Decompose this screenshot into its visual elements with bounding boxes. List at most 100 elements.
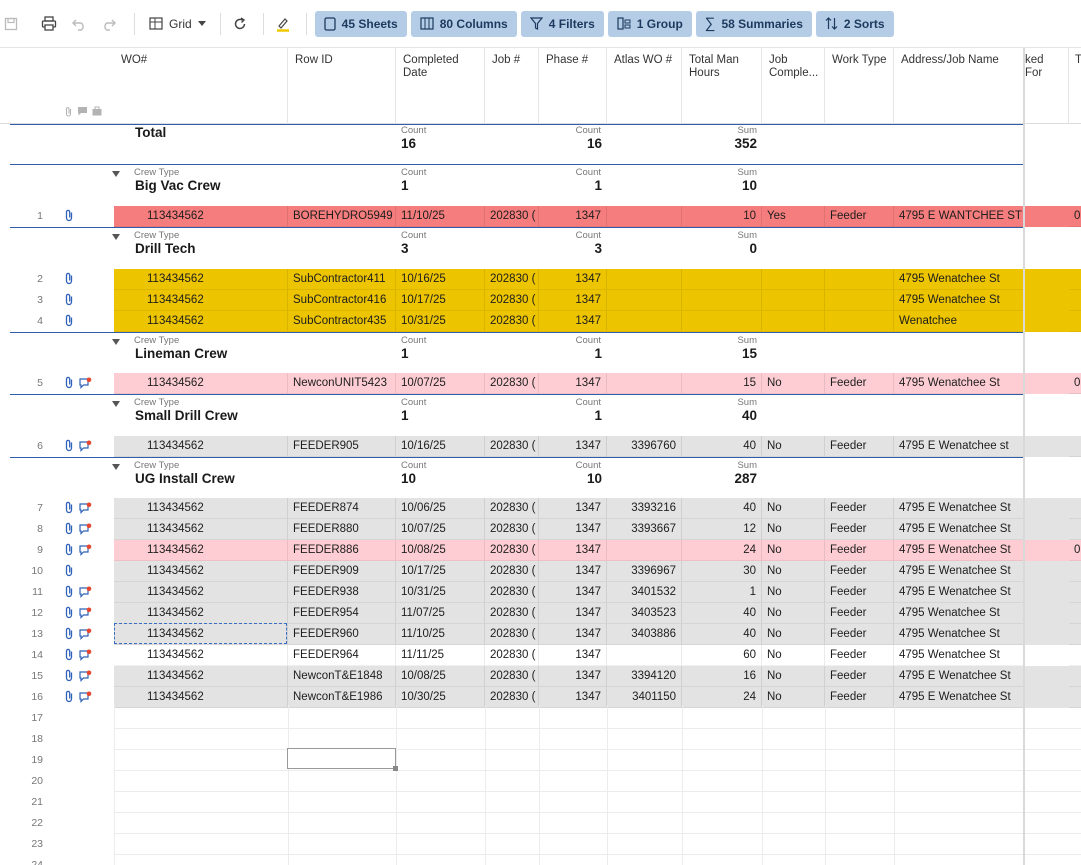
atlas-wo-cell[interactable]: 3401532 [607,582,682,603]
job-complete-cell[interactable]: No [762,666,825,687]
phase-cell[interactable]: 1347 [539,687,607,708]
atlas-wo-cell[interactable]: 3403886 [607,624,682,645]
completed-date-cell[interactable]: 10/17/25 [396,561,485,582]
completed-date-cell[interactable]: 10/07/25 [396,373,485,394]
address-cell[interactable]: 4795 Wenatchee St [894,269,1024,290]
job-complete-cell[interactable] [762,290,825,311]
atlas-wo-cell[interactable]: 3396760 [607,436,682,457]
empty-row[interactable]: 23 [0,834,1081,855]
table-row[interactable]: 12 113434562 FEEDER954 11/07/25 202830 (1347… [0,603,1081,624]
wo-cell[interactable]: 113434562 [114,311,288,332]
row-id-cell[interactable]: SubContractor411 [288,269,396,290]
row-id-cell[interactable]: NewconT&E1848 [288,666,396,687]
phase-cell[interactable]: 1347 [539,519,607,540]
work-type-cell[interactable]: Feeder [825,206,894,227]
empty-row[interactable]: 21 [0,792,1081,813]
comment-icon[interactable] [79,690,92,708]
address-cell[interactable]: 4795 Wenatchee St [894,624,1024,645]
extra-cell[interactable] [1069,645,1081,666]
extra-cell[interactable] [1069,624,1081,645]
wo-cell[interactable]: 113434562 [114,373,288,394]
extra-cell[interactable]: 0 [1069,373,1081,394]
job-complete-cell[interactable]: No [762,540,825,561]
empty-row[interactable]: 19 [0,750,1081,771]
collapse-caret-icon[interactable] [112,464,120,470]
job-cell[interactable]: 202830 ( [485,519,539,540]
completed-date-cell[interactable]: 10/08/25 [396,666,485,687]
wo-cell[interactable]: 113434562 [114,519,288,540]
total-man-hours-cell[interactable]: 40 [682,498,762,519]
print-icon[interactable] [38,13,60,35]
completed-date-cell[interactable]: 10/06/25 [396,498,485,519]
atlas-wo-cell[interactable] [607,206,682,227]
work-type-cell[interactable]: Feeder [825,373,894,394]
total-man-hours-cell[interactable] [682,311,762,332]
table-row[interactable]: 13 113434562 FEEDER960 11/10/25 202830 (1347… [0,624,1081,645]
job-cell[interactable]: 202830 ( [485,269,539,290]
comment-icon[interactable] [79,627,92,645]
column-header-address[interactable]: Address/Job Name [894,48,1024,124]
table-row[interactable]: 7 113434562 FEEDER874 10/06/25 202830 (1347 3… [0,498,1081,519]
empty-row[interactable]: 18 [0,729,1081,750]
job-complete-cell[interactable]: No [762,498,825,519]
atlas-wo-cell[interactable]: 3401150 [607,687,682,708]
attachment-icon[interactable] [64,543,74,561]
job-cell[interactable]: 202830 ( [485,645,539,666]
sorts-button[interactable]: 2 Sorts [815,10,894,37]
attachment-icon[interactable] [64,439,74,457]
atlas-wo-cell[interactable] [607,269,682,290]
extra-cell[interactable] [1069,561,1081,582]
total-man-hours-cell[interactable]: 12 [682,519,762,540]
job-cell[interactable]: 202830 ( [485,582,539,603]
column-header-row-id[interactable]: Row ID [288,48,396,124]
extra-cell[interactable] [1069,687,1081,708]
extra-cell[interactable] [1069,582,1081,603]
total-man-hours-cell[interactable]: 16 [682,666,762,687]
address-cell[interactable]: 4795 Wenatchee St [894,290,1024,311]
atlas-wo-cell[interactable]: 3403523 [607,603,682,624]
row-id-cell[interactable]: NewconT&E1986 [288,687,396,708]
completed-date-cell[interactable]: 11/10/25 [396,206,485,227]
wo-cell[interactable]: 113434562 [114,561,288,582]
address-cell[interactable]: 4795 E Wenatchee St [894,519,1024,540]
work-type-cell[interactable]: Feeder [825,561,894,582]
completed-date-cell[interactable]: 10/17/25 [396,290,485,311]
redo-icon[interactable] [98,13,120,35]
address-cell[interactable]: 4795 E Wenatchee st [894,436,1024,457]
row-id-cell[interactable]: FEEDER909 [288,561,396,582]
empty-row[interactable]: 17 [0,708,1081,729]
comment-icon[interactable] [79,376,92,394]
row-id-cell[interactable]: SubContractor416 [288,290,396,311]
work-type-cell[interactable]: Feeder [825,645,894,666]
extra-cell[interactable]: 0 [1069,206,1081,227]
atlas-wo-cell[interactable]: 3393667 [607,519,682,540]
job-complete-cell[interactable]: No [762,603,825,624]
collapse-caret-icon[interactable] [112,339,120,345]
job-cell[interactable]: 202830 ( [485,498,539,519]
job-complete-cell[interactable]: No [762,373,825,394]
work-type-cell[interactable]: Feeder [825,540,894,561]
save-icon[interactable] [0,13,22,35]
total-man-hours-cell[interactable]: 40 [682,603,762,624]
column-header-completed-date[interactable]: Completed Date [396,48,485,124]
completed-date-cell[interactable]: 10/16/25 [396,269,485,290]
empty-row[interactable]: 22 [0,813,1081,834]
total-man-hours-cell[interactable]: 24 [682,540,762,561]
row-id-cell[interactable]: NewconUNIT5423 [288,373,396,394]
work-type-cell[interactable]: Feeder [825,624,894,645]
comment-icon[interactable] [79,585,92,603]
comment-icon[interactable] [79,669,92,687]
completed-date-cell[interactable]: 10/30/25 [396,687,485,708]
extra-cell[interactable] [1069,519,1081,540]
completed-date-cell[interactable]: 11/11/25 [396,645,485,666]
extra-cell[interactable] [1069,603,1081,624]
completed-date-cell[interactable]: 11/07/25 [396,603,485,624]
attachment-icon[interactable] [64,627,74,645]
atlas-wo-cell[interactable] [607,373,682,394]
job-cell[interactable]: 202830 ( [485,436,539,457]
table-row[interactable]: 4 113434562 SubContractor435 10/31/25 202830… [0,311,1081,332]
job-complete-cell[interactable]: No [762,436,825,457]
total-man-hours-cell[interactable]: 40 [682,624,762,645]
address-cell[interactable]: 4795 E Wenatchee St [894,498,1024,519]
view-switcher[interactable]: Grid [143,17,212,31]
